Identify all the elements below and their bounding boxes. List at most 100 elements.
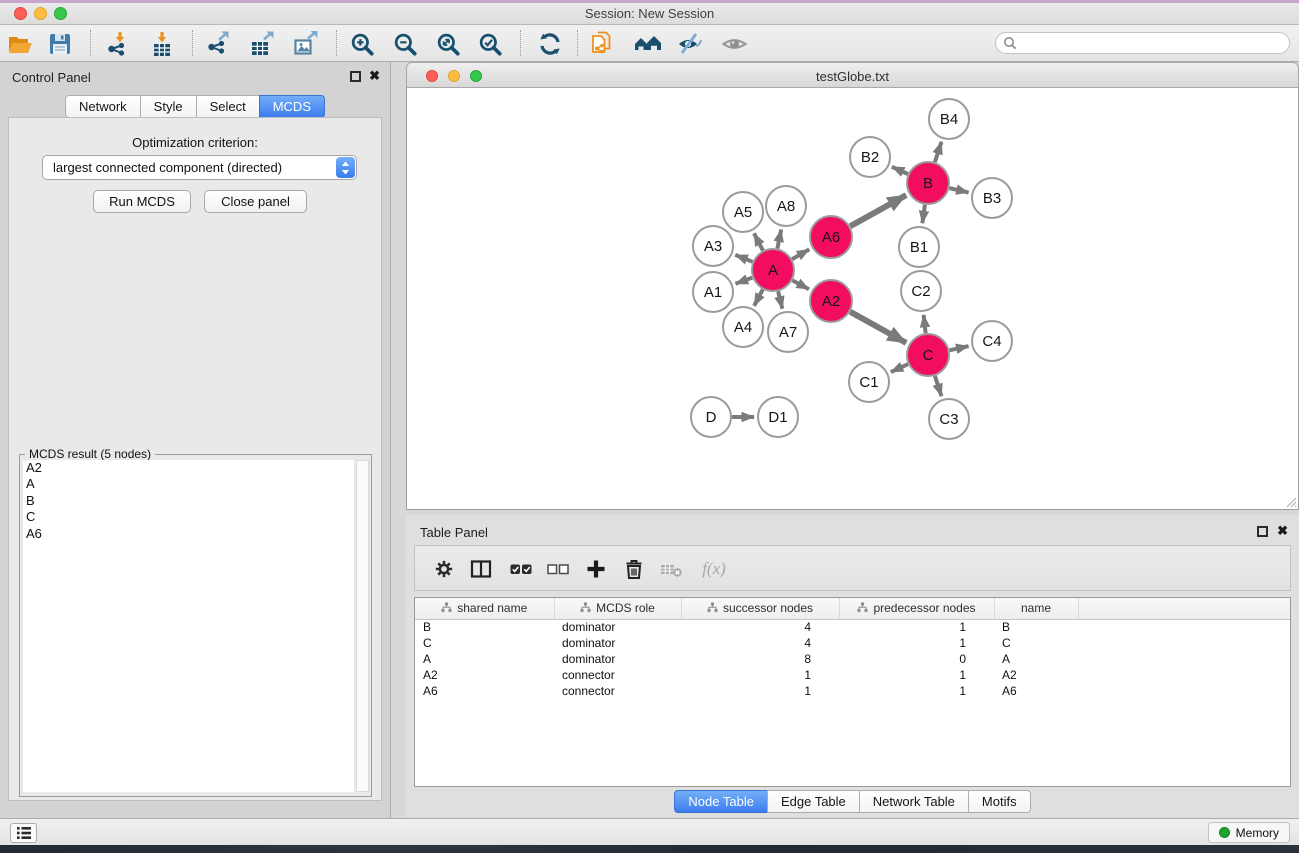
window-title: Session: New Session (0, 6, 1299, 21)
table-row[interactable]: A2connector11A2 (415, 667, 1290, 683)
search-field[interactable] (995, 32, 1290, 54)
edge-A-A7[interactable] (778, 291, 782, 308)
tab-network-table[interactable]: Network Table (859, 790, 969, 813)
column-header-predecessor-nodes[interactable]: predecessor nodes (839, 598, 994, 619)
memory-button[interactable]: Memory (1208, 822, 1290, 843)
table-row[interactable]: Bdominator41B (415, 619, 1290, 635)
function-builder-icon[interactable]: f(x) (697, 557, 731, 581)
network-window-title: testGlobe.txt (407, 69, 1298, 84)
tab-motifs[interactable]: Motifs (968, 790, 1031, 813)
import-network-icon[interactable] (104, 30, 132, 58)
mcds-result-item[interactable]: C (23, 509, 354, 525)
dropdown-stepper-icon (336, 157, 355, 178)
edge-A-A6[interactable] (792, 249, 809, 259)
column-header-MCDS-role[interactable]: MCDS role (554, 598, 681, 619)
refresh-layout-icon[interactable] (536, 30, 564, 58)
edge-A2-C[interactable] (850, 312, 906, 343)
home-icon[interactable] (634, 30, 662, 58)
network-window-titlebar[interactable]: testGlobe.txt (406, 62, 1299, 88)
show-graphics-details-icon[interactable] (720, 30, 748, 58)
zoom-out-icon[interactable] (391, 30, 419, 58)
node-label-A8: A8 (777, 198, 795, 215)
edge-B-B4[interactable] (935, 142, 942, 162)
export-network-icon[interactable] (204, 30, 232, 58)
float-table-panel-icon[interactable] (1257, 526, 1268, 537)
delete-table-icon[interactable] (660, 557, 684, 581)
toolbar-separator (90, 30, 91, 56)
tab-style[interactable]: Style (140, 95, 197, 118)
memory-status-icon (1219, 827, 1230, 838)
run-mcds-button[interactable]: Run MCDS (93, 190, 191, 213)
delete-columns-icon[interactable] (622, 557, 646, 581)
table-row[interactable]: Adominator80A (415, 651, 1290, 667)
resize-grip-icon[interactable] (1284, 495, 1297, 508)
edge-A-A3[interactable] (735, 255, 752, 262)
node-table-container: shared nameMCDS rolesuccessor nodesprede… (414, 597, 1291, 787)
zoom-selected-icon[interactable] (476, 30, 504, 58)
edge-A-A8[interactable] (777, 230, 781, 249)
deselect-all-checkboxes-icon[interactable] (546, 557, 570, 581)
mcds-result-item[interactable]: B (23, 493, 354, 509)
edge-C-C1[interactable] (891, 364, 908, 372)
network-graph[interactable]: AA5A8A3A1A4A7A6A2BB4B2B3B1C2CC1C4C3DD1 (407, 88, 1298, 508)
open-session-icon[interactable] (6, 30, 34, 58)
column-header-successor-nodes[interactable]: successor nodes (681, 598, 839, 619)
new-network-from-selection-icon[interactable] (589, 30, 617, 58)
network-canvas[interactable]: AA5A8A3A1A4A7A6A2BB4B2B3B1C2CC1C4C3DD1 (406, 88, 1299, 510)
export-image-icon[interactable] (292, 30, 320, 58)
settings-gear-icon[interactable] (432, 557, 456, 581)
edge-C-C4[interactable] (949, 346, 968, 350)
edge-C-C3[interactable] (935, 376, 942, 396)
tab-network[interactable]: Network (65, 95, 141, 118)
zoom-fit-icon[interactable] (434, 30, 462, 58)
table-row[interactable]: Cdominator41C (415, 635, 1290, 651)
table-row[interactable]: A6connector11A6 (415, 683, 1290, 699)
node-table-body: Bdominator41BCdominator41CAdominator80AA… (415, 619, 1290, 699)
mcds-result-item[interactable]: A2 (23, 460, 354, 476)
select-all-checkboxes-icon[interactable] (509, 557, 533, 581)
mcds-result-item[interactable]: A (23, 476, 354, 492)
column-header-name[interactable]: name (994, 598, 1078, 619)
node-table-header-row: shared nameMCDS rolesuccessor nodesprede… (415, 598, 1290, 619)
edge-C-C2[interactable] (924, 315, 926, 333)
mcds-result-list[interactable]: A2ABCA6 (23, 460, 354, 792)
add-column-icon[interactable] (584, 557, 608, 581)
zoom-in-icon[interactable] (348, 30, 376, 58)
search-icon (1003, 36, 1017, 50)
close-table-panel-icon[interactable]: ✖ (1277, 523, 1288, 539)
close-panel-button[interactable]: Close panel (204, 190, 307, 213)
edge-B-B1[interactable] (922, 205, 925, 223)
tab-select[interactable]: Select (196, 95, 260, 118)
export-table-icon[interactable] (248, 30, 276, 58)
tab-mcds[interactable]: MCDS (259, 95, 325, 118)
node-label-A7: A7 (779, 324, 797, 341)
toolbar-separator (520, 30, 521, 56)
optimization-criterion-select[interactable]: largest connected component (directed) (42, 155, 357, 180)
hide-details-icon[interactable] (676, 30, 704, 58)
tab-node-table[interactable]: Node Table (674, 790, 768, 813)
save-session-icon[interactable] (46, 30, 74, 58)
edge-B-B2[interactable] (892, 167, 908, 174)
edge-A-A2[interactable] (792, 280, 809, 289)
edge-A-A4[interactable] (754, 289, 763, 305)
node-label-C2: C2 (911, 283, 930, 300)
result-scrollbar[interactable] (356, 460, 369, 792)
edge-A6-B[interactable] (850, 195, 906, 226)
node-label-A4: A4 (734, 319, 752, 336)
list-icon (16, 826, 32, 840)
mcds-result-item[interactable]: A6 (23, 526, 354, 542)
task-history-button[interactable] (10, 823, 37, 843)
split-columns-icon[interactable] (469, 557, 493, 581)
edge-B-B3[interactable] (949, 188, 968, 193)
edge-A-A5[interactable] (754, 233, 763, 250)
search-input[interactable] (1021, 34, 1289, 52)
column-header-shared-name[interactable]: shared name (415, 598, 554, 619)
node-label-B1: B1 (910, 239, 928, 256)
tab-edge-table[interactable]: Edge Table (767, 790, 860, 813)
close-panel-icon[interactable]: ✖ (369, 68, 380, 84)
edge-A-A1[interactable] (736, 278, 753, 284)
float-panel-icon[interactable] (350, 71, 361, 82)
mcds-panel: Optimization criterion: largest connecte… (8, 117, 382, 801)
table-panel-title: Table Panel (420, 525, 488, 540)
import-table-icon[interactable] (148, 30, 176, 58)
